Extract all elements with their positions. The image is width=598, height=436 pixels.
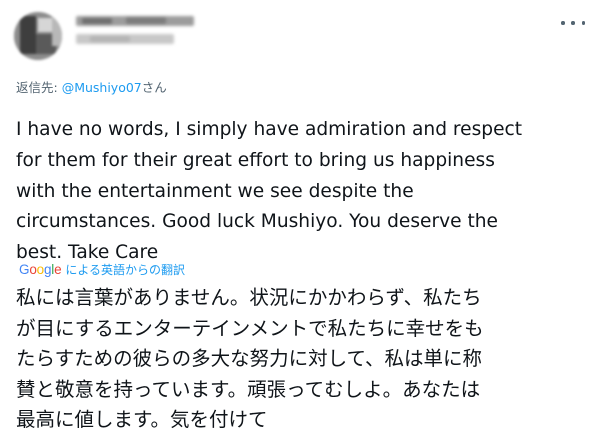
reply-mention-link[interactable]: @Mushiyo07 [62, 80, 142, 95]
tweet: 返信先: @Mushiyo07さん I have no words, I sim… [0, 0, 598, 435]
translation-label[interactable]: による英語からの翻訳 [65, 261, 185, 278]
tweet-text: I have no words, I simply have admiratio… [16, 119, 523, 264]
google-logo: Google [19, 262, 62, 277]
reply-prefix: 返信先: [16, 80, 62, 95]
reply-suffix: さん [141, 80, 167, 95]
reply-context: 返信先: @Mushiyo07さん [16, 77, 167, 96]
more-horizontal-icon[interactable] [561, 16, 585, 30]
translated-text: 私には言葉がありません。状況にかかわらず、私たち が目にするエンターテインメント… [16, 286, 484, 431]
avatar[interactable] [14, 12, 62, 60]
translation-attribution: Google による英語からの翻訳 [19, 261, 185, 278]
author-name-blurred[interactable] [76, 16, 196, 48]
